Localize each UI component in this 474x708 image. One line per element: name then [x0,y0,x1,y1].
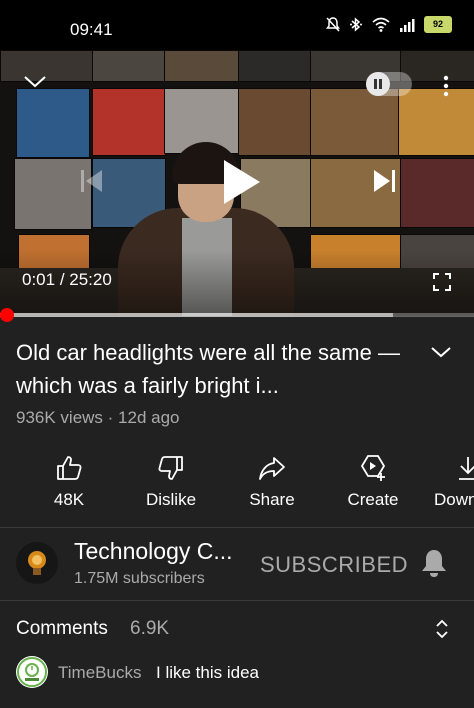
video-meta[interactable]: 936K views · 12d ago [16,408,180,428]
download-label: Down [434,490,474,509]
play-icon[interactable] [220,158,262,206]
bluetooth-icon [350,17,362,32]
collapse-chevron-icon[interactable] [22,72,48,90]
previous-video-icon[interactable] [80,168,104,194]
thumbs-up-icon [57,456,82,480]
status-bar: 09:41 92 [0,0,474,50]
timebucks-logo-icon [17,657,47,687]
thumbs-down-icon [158,456,183,480]
like-count: 48K [53,490,85,509]
progress-track[interactable] [0,313,474,317]
video-title[interactable]: Old car headlights were all the same — w… [16,336,416,402]
bell-icon[interactable] [420,548,448,578]
expand-description-icon[interactable] [430,344,452,360]
share-label: Share [249,490,295,509]
buffered-progress [0,313,393,317]
wifi-icon [372,17,390,32]
lightbulb-icon [28,551,46,575]
comments-count: 6.9K [130,618,170,639]
scrubber-handle[interactable] [0,308,14,322]
timecode: 0:01 / 25:20 [22,270,112,290]
battery-indicator: 92 [424,16,452,33]
create-button[interactable]: Create [328,448,418,520]
divider [0,600,474,601]
share-icon [259,457,285,480]
view-count: 936K views [16,408,103,427]
comment-author: TimeBucks [58,663,142,682]
create-label: Create [347,490,399,509]
subscriber-count: 1.75M subscribers [74,570,205,587]
channel-name[interactable]: Technology C... [74,538,233,565]
download-button[interactable]: Down [432,448,474,520]
duration: 25:20 [69,270,112,289]
video-player[interactable]: 0:01 / 25:20 [0,50,474,316]
create-icon [360,455,386,481]
channel-avatar[interactable] [16,542,58,584]
comment-text: I like this idea [156,663,259,682]
autoplay-knob [366,72,390,96]
current-time: 0:01 [22,270,56,289]
mute-icon [326,17,340,32]
meta-dot: · [102,408,119,427]
upload-age: 12d ago [118,408,180,427]
expand-comments-icon[interactable] [434,618,450,640]
divider [0,527,474,528]
status-time: 09:41 [70,20,113,39]
time-separator: / [55,270,70,289]
dislike-label: Dislike [145,490,197,509]
comments-label[interactable]: Comments [16,618,108,640]
fullscreen-icon[interactable] [432,272,452,292]
status-icons: 92 [326,16,452,33]
commenter-avatar[interactable] [16,656,48,688]
more-options-icon[interactable] [440,74,452,98]
download-icon [459,457,474,480]
autoplay-toggle[interactable] [366,72,412,96]
signal-icon [400,18,415,32]
like-button[interactable]: 48K [24,448,114,520]
dislike-button[interactable]: Dislike [126,448,216,520]
pause-icon [374,79,382,89]
subscribed-button[interactable]: SUBSCRIBED [260,552,408,578]
share-button[interactable]: Share [227,448,317,520]
action-row: 48K Dislike Share Create Down [0,448,474,520]
next-video-icon[interactable] [372,168,396,194]
